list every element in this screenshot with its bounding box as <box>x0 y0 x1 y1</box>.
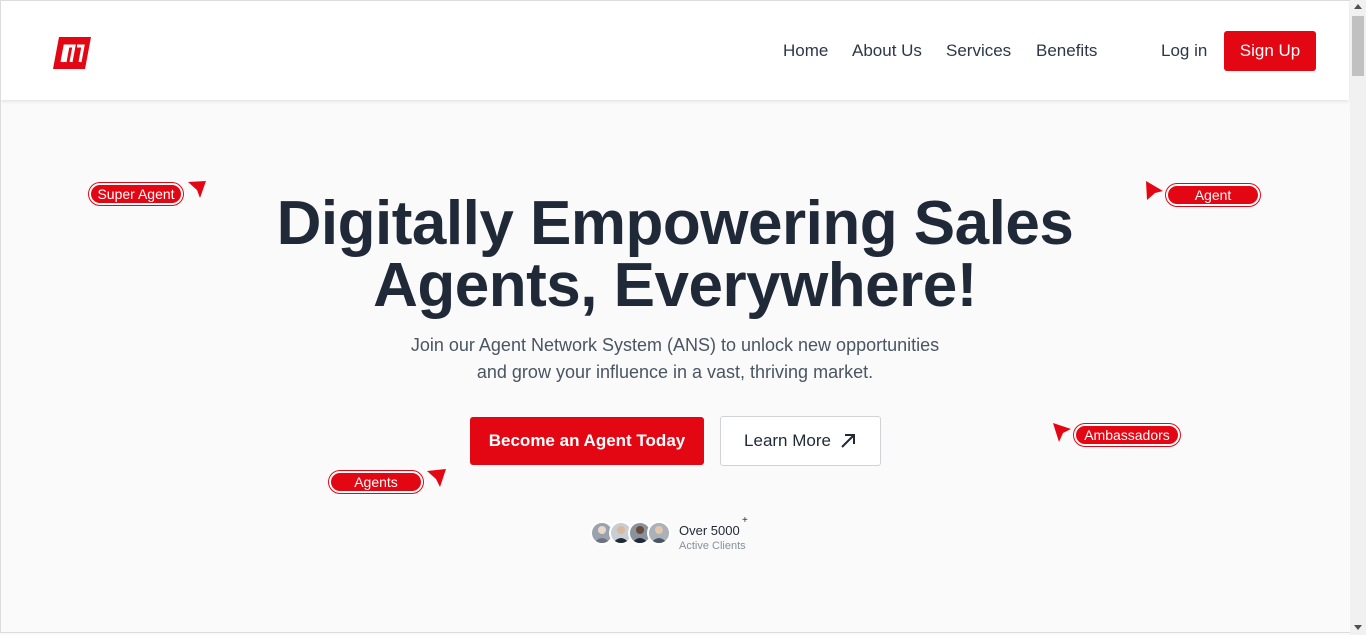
tag-agents: Agents <box>329 471 423 493</box>
clients-plus: + <box>742 515 748 526</box>
nav-services[interactable]: Services <box>946 41 1011 61</box>
hero-subtitle-line-1: Join our Agent Network System (ANS) to u… <box>410 335 940 355</box>
learn-more-button[interactable]: Learn More <box>720 416 881 466</box>
arrow-up-right-icon <box>841 434 855 448</box>
page-frame: Home About Us Services Benefits Log in S… <box>0 0 1350 633</box>
cursor-pointer-icon <box>427 469 446 487</box>
login-link[interactable]: Log in <box>1161 41 1207 61</box>
hero-title: Digitally Empowering Sales Agents, Every… <box>1 193 1349 317</box>
nav-home[interactable]: Home <box>783 41 828 61</box>
hero-title-line-2: Agents, Everywhere! <box>373 251 977 320</box>
cursor-pointer-icon <box>1053 423 1071 442</box>
avatar <box>647 521 671 545</box>
scroll-up-arrow-icon[interactable] <box>1354 4 1362 9</box>
clients-count: Over 5000 <box>679 523 740 538</box>
clients-label: Active Clients <box>679 540 746 552</box>
become-agent-button[interactable]: Become an Agent Today <box>470 417 704 465</box>
site-header: Home About Us Services Benefits Log in S… <box>1 1 1349 100</box>
nav-about-us[interactable]: About Us <box>852 41 922 61</box>
hero-subtitle: Join our Agent Network System (ANS) to u… <box>1 332 1349 386</box>
mi-logo-icon <box>53 37 91 69</box>
client-avatars <box>590 521 674 547</box>
signup-button[interactable]: Sign Up <box>1224 31 1316 71</box>
hero-subtitle-line-2: and grow your influence in a vast, thriv… <box>476 362 874 382</box>
nav-benefits[interactable]: Benefits <box>1036 41 1097 61</box>
scrollbar-thumb[interactable] <box>1352 16 1364 76</box>
tag-ambassadors: Ambassadors <box>1074 424 1180 446</box>
scrollbar-track[interactable] <box>1350 0 1366 635</box>
logo[interactable] <box>53 35 93 71</box>
hero-title-line-1: Digitally Empowering Sales <box>276 189 1074 258</box>
scroll-down-arrow-icon[interactable] <box>1354 625 1362 630</box>
learn-more-label: Learn More <box>744 431 831 450</box>
